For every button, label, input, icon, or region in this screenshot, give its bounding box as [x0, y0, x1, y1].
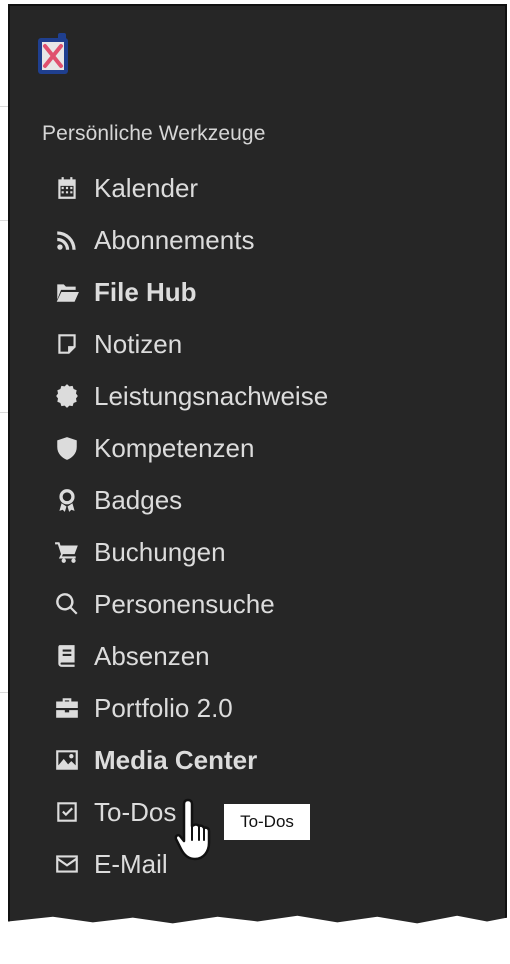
sidebar-item-label: E-Mail: [94, 849, 168, 879]
page: Persönliche Werkzeuge Kalender Abonnemen…: [0, 0, 510, 964]
sidebar-item-kompetenzen[interactable]: Kompetenzen: [52, 422, 328, 474]
hand-cursor-icon: [174, 796, 220, 866]
sidebar-item-media-center[interactable]: Media Center: [52, 734, 328, 786]
sidebar-item-label: Portfolio 2.0: [94, 693, 233, 723]
seal-icon: [52, 381, 82, 411]
sidebar-item-kalender[interactable]: Kalender: [52, 162, 328, 214]
calendar-icon: [52, 173, 82, 203]
sidebar-item-label: Kalender: [94, 173, 199, 203]
folder-open-icon: [52, 277, 82, 307]
sidebar-item-label: To-Dos: [94, 797, 177, 827]
award-icon: [52, 485, 82, 515]
sidebar-item-label: Kompetenzen: [94, 433, 255, 463]
sidebar-item-label: Abonnements: [94, 225, 255, 255]
briefcase-icon: [52, 693, 82, 723]
sidebar-item-portfolio[interactable]: Portfolio 2.0: [52, 682, 328, 734]
book-icon: [52, 641, 82, 671]
sidebar-item-label: Buchungen: [94, 537, 226, 567]
rss-icon: [52, 225, 82, 255]
note-icon: [52, 329, 82, 359]
sidebar-item-absenzen[interactable]: Absenzen: [52, 630, 328, 682]
tooltip: To-Dos: [224, 804, 310, 840]
sidebar-item-label: Absenzen: [94, 641, 210, 671]
sidebar-item-label: Notizen: [94, 329, 183, 359]
image-icon: [52, 745, 82, 775]
checkbox-icon: [52, 797, 82, 827]
sidebar-item-abonnements[interactable]: Abonnements: [52, 214, 328, 266]
section-title: Persönliche Werkzeuge: [42, 122, 266, 145]
envelope-icon: [52, 849, 82, 879]
sidebar-item-personensuche[interactable]: Personensuche: [52, 578, 328, 630]
sidebar-item-label: Media Center: [94, 745, 258, 775]
shield-icon: [52, 433, 82, 463]
cart-icon: [52, 537, 82, 567]
sidebar-item-label: Personensuche: [94, 589, 275, 619]
sidebar-item-badges[interactable]: Badges: [52, 474, 328, 526]
sidebar-item-buchungen[interactable]: Buchungen: [52, 526, 328, 578]
sidebar-item-notizen[interactable]: Notizen: [52, 318, 328, 370]
sidebar-panel: Persönliche Werkzeuge Kalender Abonnemen…: [8, 4, 507, 924]
close-x-logo-icon[interactable]: [36, 32, 70, 76]
sidebar-item-label: Leistungsnachweise: [94, 381, 329, 411]
sidebar-item-file-hub[interactable]: File Hub: [52, 266, 328, 318]
search-icon: [52, 589, 82, 619]
sidebar-item-leistungsnachweise[interactable]: Leistungsnachweise: [52, 370, 328, 422]
tools-menu: Kalender Abonnements File Hub Notizen Le…: [52, 162, 328, 890]
sidebar-item-label: Badges: [94, 485, 183, 515]
sidebar-item-label: File Hub: [94, 277, 197, 307]
